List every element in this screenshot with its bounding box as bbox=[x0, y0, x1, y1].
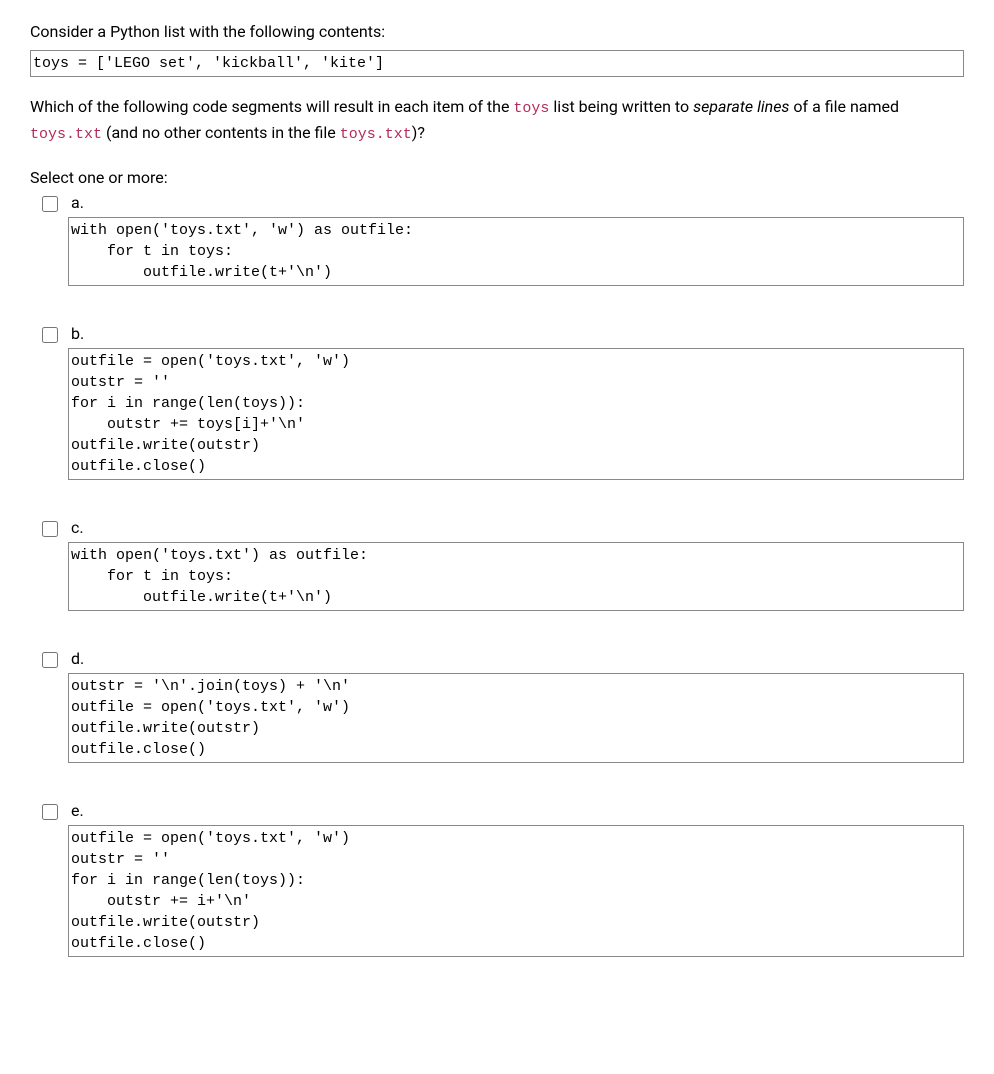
checkbox-e[interactable] bbox=[42, 804, 58, 820]
option-label-c: c. bbox=[71, 518, 84, 537]
code-block-b: outfile = open('toys.txt', 'w') outstr =… bbox=[68, 348, 964, 480]
question-intro-line: Consider a Python list with the followin… bbox=[30, 20, 964, 44]
code-block-c: with open('toys.txt') as outfile: for t … bbox=[68, 542, 964, 611]
q-mid2: of a file named bbox=[789, 97, 899, 116]
checkbox-c[interactable] bbox=[42, 521, 58, 537]
option-label-a: a. bbox=[71, 193, 84, 212]
option-e: e. outfile = open('toys.txt', 'w') outst… bbox=[42, 801, 964, 957]
code-block-d: outstr = '\n'.join(toys) + '\n' outfile … bbox=[68, 673, 964, 763]
option-label-b: b. bbox=[71, 324, 84, 343]
code-block-e: outfile = open('toys.txt', 'w') outstr =… bbox=[68, 825, 964, 957]
q-mid1: list being written to bbox=[549, 97, 693, 116]
option-d: d. outstr = '\n'.join(toys) + '\n' outfi… bbox=[42, 649, 964, 763]
q-mid3: (and no other contents in the file bbox=[102, 123, 340, 142]
q-code-file2: toys.txt bbox=[340, 126, 412, 143]
q-code-file1: toys.txt bbox=[30, 126, 102, 143]
checkbox-d[interactable] bbox=[42, 652, 58, 668]
q-end: )? bbox=[412, 123, 425, 142]
option-label-d: d. bbox=[71, 649, 84, 668]
question-body: Which of the following code segments wil… bbox=[30, 95, 964, 146]
intro-code-block: toys = ['LEGO set', 'kickball', 'kite'] bbox=[30, 50, 964, 77]
options-container: a. with open('toys.txt', 'w') as outfile… bbox=[30, 193, 964, 957]
q-prefix: Which of the following code segments wil… bbox=[30, 97, 513, 116]
select-prompt: Select one or more: bbox=[30, 168, 964, 187]
q-code-toys: toys bbox=[513, 100, 549, 117]
intro-text: Consider a Python list with the followin… bbox=[30, 22, 385, 41]
code-block-a: with open('toys.txt', 'w') as outfile: f… bbox=[68, 217, 964, 286]
option-a: a. with open('toys.txt', 'w') as outfile… bbox=[42, 193, 964, 286]
q-italic: separate lines bbox=[693, 97, 789, 116]
checkbox-b[interactable] bbox=[42, 327, 58, 343]
option-label-e: e. bbox=[71, 801, 84, 820]
option-b: b. outfile = open('toys.txt', 'w') outst… bbox=[42, 324, 964, 480]
option-c: c. with open('toys.txt') as outfile: for… bbox=[42, 518, 964, 611]
checkbox-a[interactable] bbox=[42, 196, 58, 212]
